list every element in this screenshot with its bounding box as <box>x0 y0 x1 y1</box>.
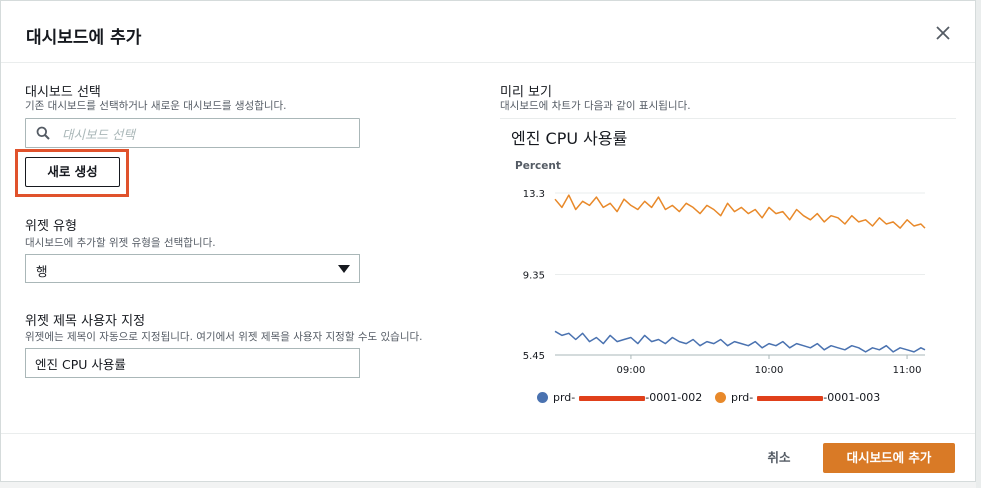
series-line-2 <box>554 194 926 229</box>
modal-header: 대시보드에 추가 <box>1 1 975 63</box>
y-tick-label: 13.3 <box>523 189 545 200</box>
legend-suffix-series-2: -0001-003 <box>823 391 881 404</box>
legend-label-series-2: prd- <box>731 391 754 404</box>
widget-type-value: 행 <box>36 264 48 279</box>
cpu-line-chart: 13.3 9.35 5.45 09:00 10:00 11:00 <box>523 189 926 376</box>
x-tick-label: 10:00 <box>755 365 784 376</box>
dashboard-search-box[interactable] <box>25 118 360 148</box>
legend-label-series-1: prd- <box>553 391 576 404</box>
modal-title: 대시보드에 추가 <box>26 28 142 48</box>
chart-y-unit: Percent <box>515 160 561 172</box>
y-tick-label: 5.45 <box>523 351 545 362</box>
create-new-button[interactable]: 새로 생성 <box>25 157 120 187</box>
search-icon <box>36 126 50 140</box>
dashboard-search-input[interactable] <box>60 123 354 145</box>
preview-description: 대시보드에 차트가 다음과 같이 표시됩니다. <box>500 100 691 112</box>
y-tick-label: 9.35 <box>523 271 545 282</box>
x-tick-label: 09:00 <box>617 365 646 376</box>
redaction-mark <box>757 396 823 401</box>
legend-dot-series-1 <box>537 392 548 403</box>
chart-title: 엔진 CPU 사용률 <box>511 129 628 148</box>
x-tick-label: 11:00 <box>893 365 922 376</box>
cancel-button[interactable]: 취소 <box>753 443 805 473</box>
close-icon[interactable] <box>931 21 955 45</box>
legend-dot-series-2 <box>715 392 726 403</box>
add-to-dashboard-button[interactable]: 대시보드에 추가 <box>823 443 955 473</box>
footer-divider <box>1 433 975 434</box>
preview-divider <box>500 118 956 119</box>
series-line-1 <box>554 330 926 353</box>
widget-type-description: 대시보드에 추가할 위젯 유형을 선택합니다. <box>25 237 216 249</box>
widget-title-title: 위젯 제목 사용자 지정 <box>25 314 146 329</box>
widget-type-title: 위젯 유형 <box>25 219 77 234</box>
widget-type-select[interactable]: 행 <box>25 254 360 283</box>
redaction-mark <box>579 396 645 401</box>
widget-title-input[interactable] <box>25 348 360 378</box>
background-strip <box>976 0 981 488</box>
add-to-dashboard-modal: 대시보드에 추가 대시보드 선택 기존 대시보드를 선택하거나 새로운 대시보드… <box>0 0 976 482</box>
widget-title-description: 위젯에는 제목이 자동으로 지정됩니다. 여기에서 위젯 제목을 사용자 지정할… <box>25 331 423 343</box>
caret-down-icon <box>338 265 350 273</box>
legend-suffix-series-1: -0001-002 <box>645 391 703 404</box>
dashboard-select-description: 기존 대시보드를 선택하거나 새로운 대시보드를 생성합니다. <box>25 100 287 112</box>
